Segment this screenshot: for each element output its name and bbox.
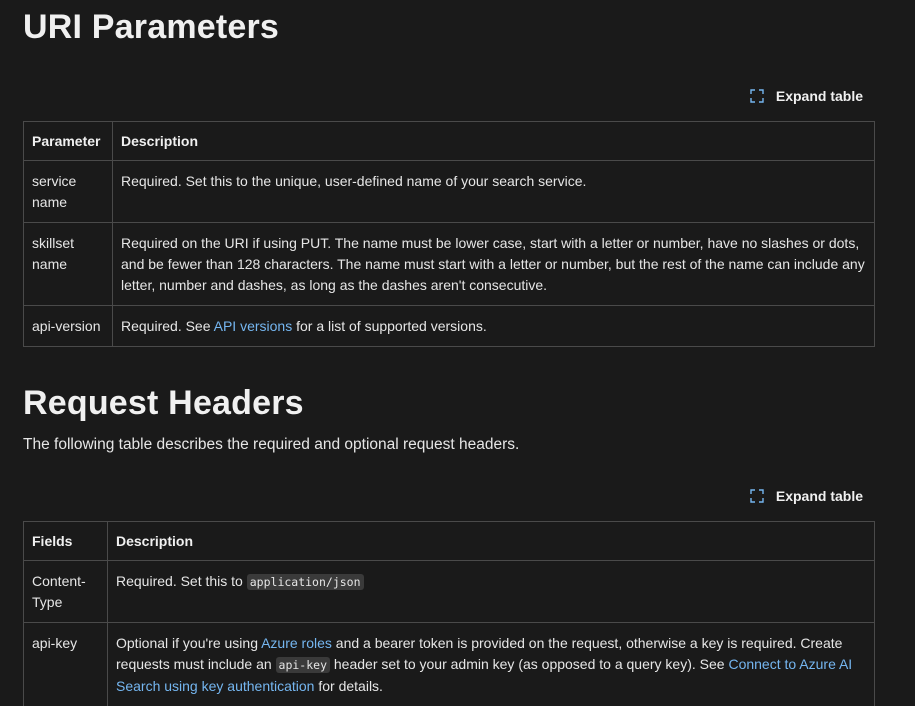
- request-headers-table: Fields Description Content-Type Required…: [23, 521, 875, 706]
- column-header-description: Description: [112, 121, 875, 161]
- description-cell: Required. See API versions for a list of…: [112, 305, 875, 347]
- description-cell: Required on the URI if using PUT. The na…: [112, 222, 875, 306]
- field-cell: api-key: [23, 622, 108, 706]
- api-versions-link[interactable]: API versions: [214, 318, 293, 334]
- param-cell: api-version: [23, 305, 113, 347]
- table-header-row: Parameter Description: [23, 121, 875, 161]
- param-cell: service name: [23, 160, 113, 223]
- description-cell: Required. Set this to application/json: [107, 560, 875, 623]
- expand-icon: [750, 489, 764, 503]
- expand-table-button[interactable]: Expand table: [750, 488, 863, 504]
- expand-table-label: Expand table: [775, 488, 863, 504]
- request-headers-intro: The following table describes the requir…: [23, 436, 520, 453]
- table-header-row: Fields Description: [23, 521, 875, 561]
- desc-text: Required. See: [121, 318, 214, 334]
- description-cell: Optional if you're using Azure roles and…: [107, 622, 875, 706]
- desc-text: Optional if you're using: [116, 635, 262, 651]
- table-row: skillset name Required on the URI if usi…: [23, 222, 875, 306]
- table-row: service name Required. Set this to the u…: [23, 160, 875, 223]
- desc-text: header set to your admin key (as opposed…: [330, 656, 729, 672]
- inline-code: api-key: [275, 657, 330, 673]
- uri-parameters-heading: URI Parameters: [23, 8, 280, 46]
- expand-row: Expand table: [23, 84, 875, 108]
- desc-text: Required. Set this to: [116, 573, 247, 589]
- uri-parameters-table: Parameter Description service name Requi…: [23, 121, 875, 347]
- column-header-description: Description: [107, 521, 875, 561]
- inline-code: application/json: [246, 574, 364, 590]
- table-row: api-version Required. See API versions f…: [23, 305, 875, 347]
- table-row: Content-Type Required. Set this to appli…: [23, 560, 875, 623]
- column-header-parameter: Parameter: [23, 121, 113, 161]
- param-cell: skillset name: [23, 222, 113, 306]
- column-header-fields: Fields: [23, 521, 108, 561]
- expand-table-label: Expand table: [775, 88, 863, 104]
- azure-roles-link[interactable]: Azure roles: [261, 635, 332, 651]
- expand-row: Expand table: [23, 484, 875, 508]
- table-row: api-key Optional if you're using Azure r…: [23, 622, 875, 706]
- expand-table-button[interactable]: Expand table: [750, 88, 863, 104]
- request-headers-heading: Request Headers: [23, 384, 304, 422]
- expand-icon: [750, 89, 764, 103]
- page: URI Parameters Expand table Parameter De…: [0, 0, 875, 706]
- desc-text: for details.: [314, 678, 383, 694]
- desc-text: for a list of supported versions.: [292, 318, 487, 334]
- description-cell: Required. Set this to the unique, user-d…: [112, 160, 875, 223]
- field-cell: Content-Type: [23, 560, 108, 623]
